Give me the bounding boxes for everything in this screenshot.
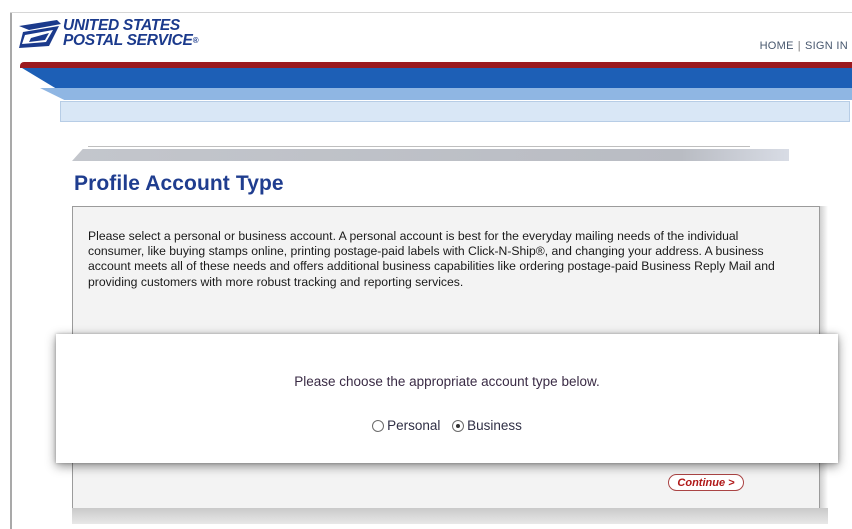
usps-logo[interactable]: UNITED STATES POSTAL SERVICE® <box>19 18 209 54</box>
page-title: Profile Account Type <box>74 172 284 195</box>
personal-label: Personal <box>387 418 441 433</box>
window-border-top <box>10 12 852 13</box>
top-nav: HOME | SIGN IN <box>760 40 848 52</box>
header-band-red <box>20 62 852 68</box>
logo-text: UNITED STATES POSTAL SERVICE® <box>63 17 199 49</box>
business-label: Business <box>467 418 522 433</box>
personal-radio[interactable] <box>372 419 385 432</box>
registered-mark: ® <box>192 36 199 45</box>
dialog-message: Please choose the appropriate account ty… <box>294 374 600 389</box>
header-band-blue <box>22 68 852 88</box>
logo-line-1: UNITED STATES <box>63 17 180 34</box>
home-link[interactable]: HOME <box>760 40 794 52</box>
business-option[interactable]: Business <box>452 418 522 433</box>
personal-option[interactable]: Personal <box>372 418 440 433</box>
nav-separator: | <box>797 40 801 52</box>
window-border <box>10 12 12 529</box>
sign-in-link[interactable]: SIGN IN <box>805 40 848 52</box>
logo-line-2: POSTAL SERVICE® <box>63 32 199 49</box>
eagle-icon <box>19 20 61 48</box>
header-band-midblue <box>40 88 852 100</box>
panel-footer-bar <box>72 508 828 524</box>
account-type-dialog: Please choose the appropriate account ty… <box>56 334 838 463</box>
continue-button[interactable]: Continue > <box>668 474 744 491</box>
section-bar <box>72 149 789 161</box>
account-type-options: Personal Business <box>56 418 838 435</box>
business-radio[interactable] <box>452 419 465 432</box>
divider <box>88 146 750 147</box>
header-band-light <box>60 101 850 122</box>
account-description: Please select a personal or business acc… <box>88 229 775 289</box>
